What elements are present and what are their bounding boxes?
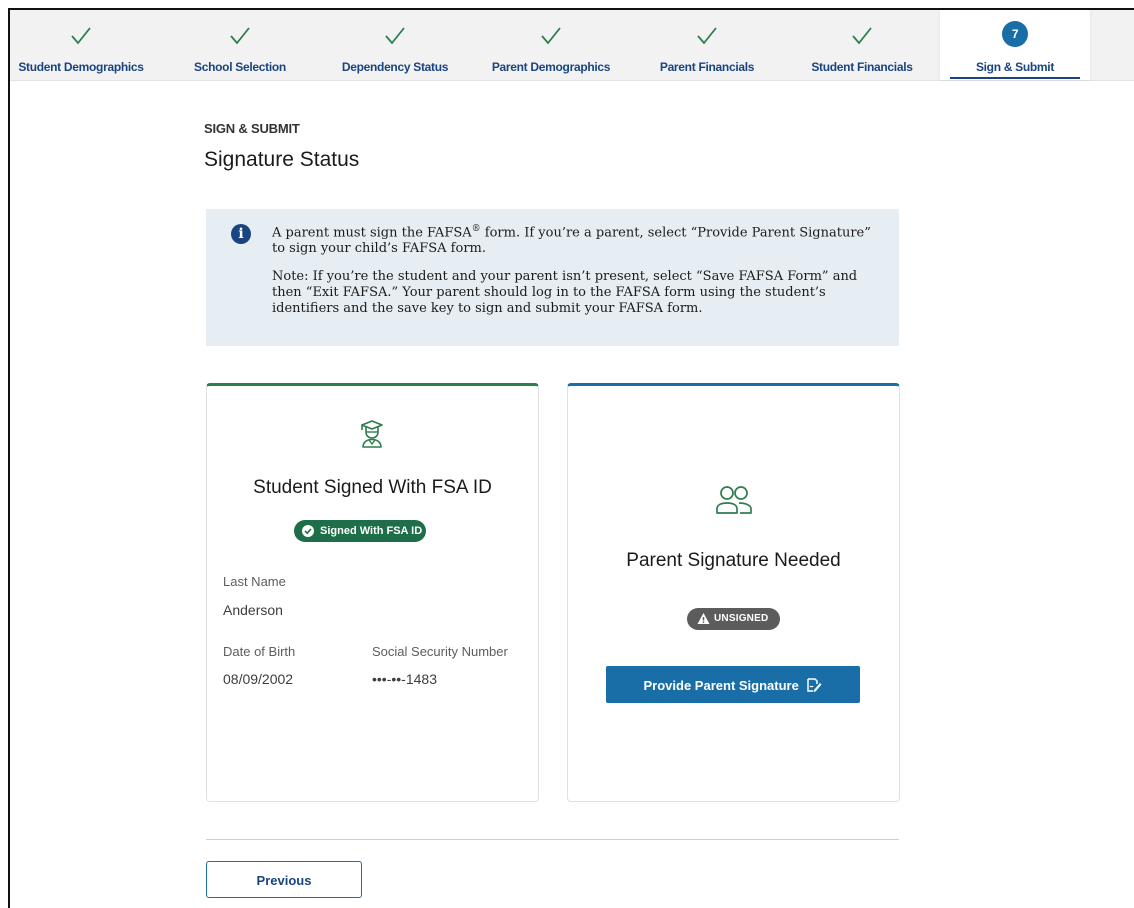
step-label: Student Demographics	[18, 60, 144, 74]
page-title: Signature Status	[204, 148, 360, 171]
ssn-label: Social Security Number	[372, 644, 508, 659]
unsigned-status-badge: UNSIGNED	[687, 608, 780, 630]
check-icon	[385, 27, 405, 45]
step-label: Sign & Submit	[975, 60, 1055, 74]
graduate-icon	[361, 420, 383, 448]
signed-status-badge: Signed With FSA ID	[294, 520, 426, 542]
alert-note: Note: If you’re the student and your par…	[272, 269, 858, 317]
last-name-label: Last Name	[223, 574, 286, 589]
step-label: Parent Demographics	[491, 60, 611, 74]
dob-value: 08/09/2002	[223, 671, 294, 687]
dob-label: Date of Birth	[223, 644, 296, 659]
step-dependency-status[interactable]: Dependency Status	[320, 10, 470, 80]
step-school-selection[interactable]: School Selection	[165, 10, 315, 80]
warning-icon	[697, 613, 710, 624]
step-navigation: Student Demographics School Selection De…	[10, 10, 1134, 81]
check-circle-icon	[302, 525, 314, 537]
users-icon	[716, 486, 752, 514]
check-icon	[71, 27, 91, 45]
last-name-value: Anderson	[223, 602, 283, 618]
footer-divider	[206, 839, 899, 840]
check-icon	[230, 27, 250, 45]
parent-card-title: Parent Signature Needed	[626, 550, 841, 571]
step-label: School Selection	[194, 60, 286, 74]
check-icon	[541, 27, 561, 45]
previous-button[interactable]: Previous	[206, 861, 362, 898]
active-step-indicator	[950, 77, 1080, 79]
step-parent-demographics[interactable]: Parent Demographics	[476, 10, 626, 80]
section-eyebrow: SIGN & SUBMIT	[204, 121, 300, 136]
step-number-badge: 7	[1002, 21, 1028, 47]
provide-parent-signature-button[interactable]: Provide Parent Signature	[606, 666, 860, 703]
step-label: Student Financials	[811, 60, 913, 74]
sign-document-icon	[807, 677, 822, 692]
step-sign-submit[interactable]: 7 Sign & Submit	[940, 10, 1090, 80]
ssn-value: •••-••-1483	[372, 671, 437, 687]
check-icon	[697, 27, 717, 45]
parent-signature-card: Parent Signature Needed UNSIGNED Provide…	[567, 383, 900, 802]
app-frame: Student Demographics School Selection De…	[8, 8, 1134, 908]
student-signature-card: Student Signed With FSA ID Signed With F…	[206, 383, 539, 802]
check-icon	[852, 27, 872, 45]
step-label: Dependency Status	[341, 60, 449, 74]
alert-message: A parent must sign the FAFSA® form. If y…	[272, 224, 871, 257]
info-alert: i A parent must sign the FAFSA® form. If…	[206, 209, 899, 346]
step-student-financials[interactable]: Student Financials	[787, 10, 937, 80]
info-icon: i	[231, 224, 251, 244]
student-card-title: Student Signed With FSA ID	[253, 477, 492, 498]
step-parent-financials[interactable]: Parent Financials	[632, 10, 782, 80]
step-label: Parent Financials	[659, 60, 755, 74]
step-student-demographics[interactable]: Student Demographics	[10, 10, 152, 80]
